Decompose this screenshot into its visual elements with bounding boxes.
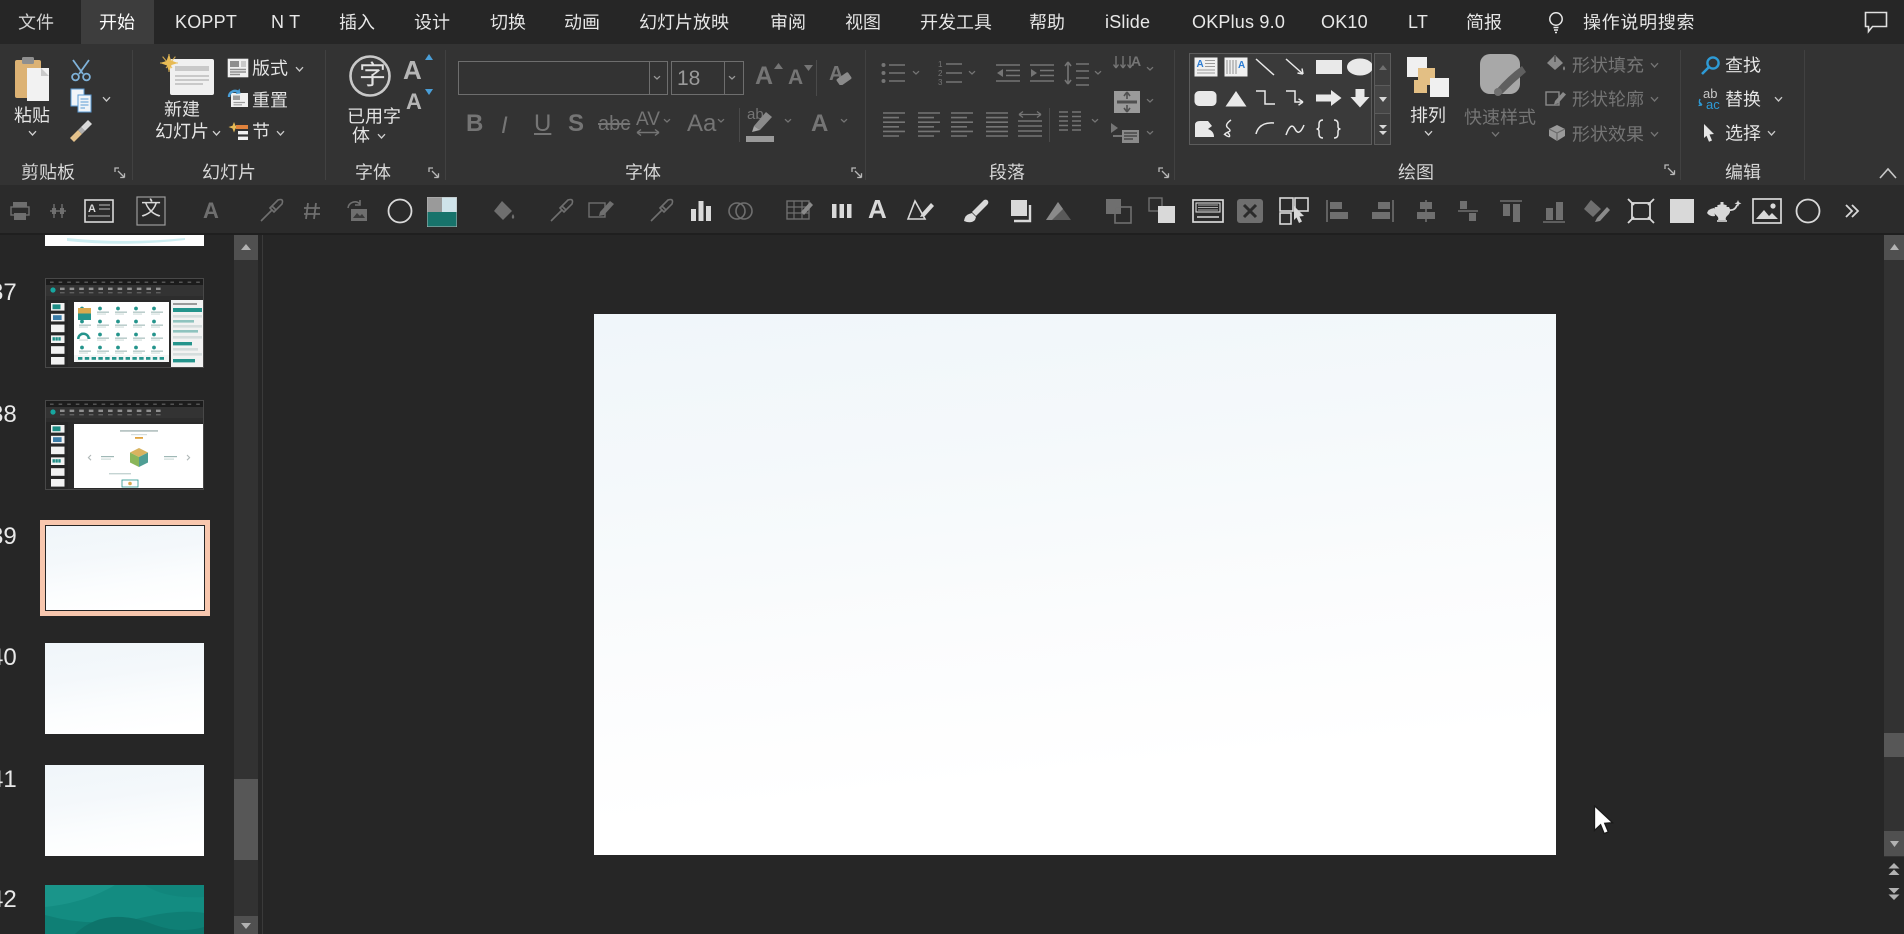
svg-text:3: 3 <box>938 78 943 86</box>
svg-text:2: 2 <box>938 69 943 78</box>
svg-text:A: A <box>1131 54 1141 69</box>
svg-text:ac: ac <box>1706 97 1720 110</box>
svg-text:A: A <box>88 203 96 215</box>
svg-text:A: A <box>1238 60 1245 71</box>
svg-text:A: A <box>1197 59 1204 70</box>
svg-text:1: 1 <box>938 60 943 69</box>
